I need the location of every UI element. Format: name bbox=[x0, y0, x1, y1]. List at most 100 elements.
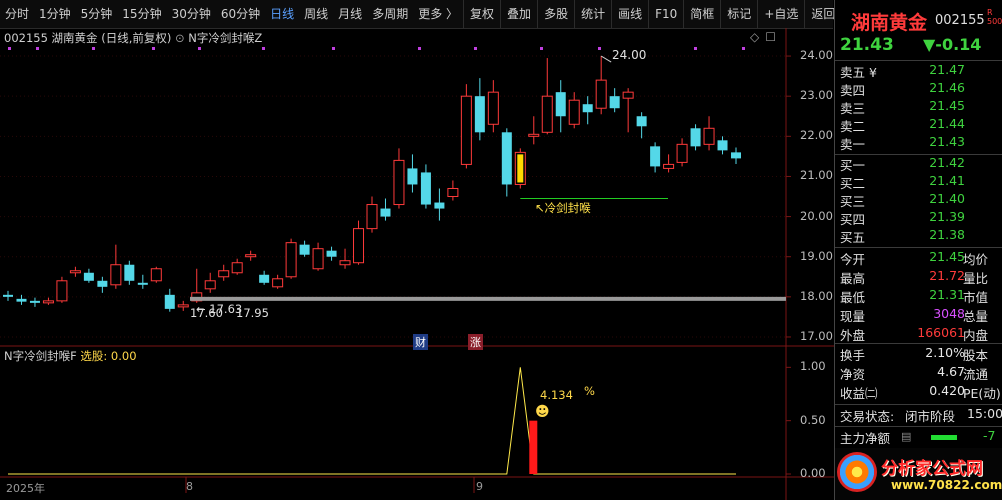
last-price: 21.43 bbox=[840, 35, 894, 55]
stat-row-3-value: 3048 bbox=[933, 306, 965, 321]
kline-chart[interactable] bbox=[0, 0, 834, 500]
trade-status-value: 闭市阶段 bbox=[905, 409, 956, 424]
candle-body-41 bbox=[555, 92, 566, 117]
candle-body-2 bbox=[29, 300, 40, 303]
ask-row-2-value: 21.45 bbox=[929, 98, 965, 113]
main-flow-label: 主力净额 bbox=[840, 431, 891, 446]
stat-row-0-label2: 均价 bbox=[963, 252, 989, 267]
stat-row-4: 外盘 166061 内盘 bbox=[835, 325, 1002, 344]
bid-row-3: 买四 21.39 bbox=[835, 209, 1002, 228]
stat-row-3: 现量 3048 总量 bbox=[835, 306, 1002, 325]
y-tick-6: 18.00 bbox=[800, 288, 833, 303]
candle-52 bbox=[703, 116, 715, 151]
candle-54 bbox=[731, 147, 741, 165]
top-marker-3 bbox=[152, 47, 155, 50]
candle-body-40 bbox=[541, 95, 553, 133]
sub-y-tick-0: 1.00 bbox=[800, 359, 826, 374]
stock-code: 002155 bbox=[935, 13, 985, 28]
x-label-year: 2025年 bbox=[6, 482, 45, 495]
bid-row-1-label: 买二 bbox=[840, 176, 866, 191]
candle-body-23 bbox=[312, 248, 324, 270]
candle-2 bbox=[29, 297, 40, 307]
y-tick-4: 20.00 bbox=[800, 208, 833, 223]
sub-indicator-name: N字冷剑封喉F bbox=[4, 349, 77, 363]
candle-body-34 bbox=[460, 95, 472, 165]
stat2-row-2: 收益㈡ 0.420 PE(动) bbox=[835, 383, 1002, 402]
candle-20 bbox=[272, 274, 284, 289]
ask-row-4-label: 卖一 bbox=[840, 137, 866, 152]
ask-row-1-label: 卖四 bbox=[840, 83, 866, 98]
y-tick-5: 19.00 bbox=[800, 248, 833, 263]
sub-metric-value: 0.00 bbox=[110, 349, 137, 363]
candle-body-5 bbox=[69, 270, 81, 274]
badge-cai[interactable]: 财 bbox=[413, 334, 428, 350]
candle-45 bbox=[609, 88, 620, 113]
y-tick-0: 24.00 bbox=[800, 48, 833, 63]
watermark: 分析家公式网 www.70822.com bbox=[835, 448, 1002, 500]
ask-row-4-value: 21.43 bbox=[929, 134, 965, 149]
candle-38 bbox=[514, 148, 526, 189]
candle-body-37 bbox=[501, 132, 512, 185]
stat2-row-1: 净资 4.67 流通 bbox=[835, 364, 1002, 383]
watermark-url: www.70822.com bbox=[891, 478, 1002, 492]
sub-signal-bar bbox=[529, 420, 538, 474]
candle-body-3 bbox=[42, 300, 54, 304]
candle-6 bbox=[83, 268, 94, 283]
max-price-label: 24.00 bbox=[612, 48, 647, 62]
candle-15 bbox=[204, 272, 216, 293]
candle-7 bbox=[97, 276, 108, 293]
candle-41 bbox=[555, 80, 566, 133]
stat2-row-0-label2: 股本 bbox=[963, 348, 989, 363]
max-marker bbox=[600, 55, 612, 63]
menu-icon[interactable]: ▤ bbox=[901, 430, 911, 443]
candle-42 bbox=[568, 92, 580, 129]
candle-body-8 bbox=[110, 264, 122, 286]
candle-33 bbox=[447, 180, 459, 201]
ask-row-1: 卖四 21.46 bbox=[835, 80, 1002, 99]
candle-9 bbox=[124, 260, 135, 285]
price-change: ▼-0.14 bbox=[923, 35, 982, 54]
stat2-row-0-label: 换手 bbox=[840, 348, 866, 363]
smiley-icon: ☻ bbox=[535, 404, 550, 420]
candle-46 bbox=[622, 88, 634, 133]
candle-31 bbox=[420, 164, 431, 209]
candle-25 bbox=[339, 248, 351, 269]
candle-body-43 bbox=[582, 104, 593, 113]
candle-body-51 bbox=[690, 128, 701, 147]
ask-row-0-value: 21.47 bbox=[929, 62, 965, 77]
corner-label: R 500 bbox=[987, 8, 1002, 26]
trade-status-label: 交易状态: bbox=[840, 409, 895, 424]
candle-body-39 bbox=[528, 133, 540, 137]
ask-row-4: 卖一 21.43 bbox=[835, 134, 1002, 153]
y-tick-2: 22.00 bbox=[800, 128, 833, 143]
bid-row-2: 买三 21.40 bbox=[835, 191, 1002, 210]
candle-body-48 bbox=[650, 146, 661, 167]
candle-0 bbox=[3, 290, 13, 301]
candle-4 bbox=[56, 276, 68, 303]
candle-53 bbox=[717, 136, 728, 155]
candle-34 bbox=[460, 84, 472, 169]
stat-row-4-label2: 内盘 bbox=[963, 328, 989, 343]
candle-48 bbox=[650, 142, 661, 173]
candle-26 bbox=[353, 220, 365, 265]
stock-name: 湖南黄金 bbox=[851, 12, 928, 34]
candle-16 bbox=[218, 264, 230, 281]
candle-35 bbox=[474, 78, 485, 141]
signal-label: ↖冷剑封喉 bbox=[535, 201, 591, 215]
candle-body-49 bbox=[663, 163, 675, 169]
candle-body-22 bbox=[299, 244, 310, 255]
top-marker-9 bbox=[540, 47, 543, 50]
sub-line bbox=[8, 367, 736, 475]
ask-row-1-value: 21.46 bbox=[929, 80, 965, 95]
candle-body-7 bbox=[97, 280, 108, 287]
candle-47 bbox=[636, 112, 647, 139]
top-marker-5 bbox=[262, 47, 265, 50]
quote-panel: 湖南黄金 002155 R 500 21.43 ▼-0.14 卖五 ¥ 21.47… bbox=[834, 0, 1002, 500]
ask-row-0: 卖五 ¥ 21.47 bbox=[835, 62, 1002, 81]
stat2-row-0-value: 2.10% bbox=[925, 345, 965, 360]
candle-body-53 bbox=[717, 140, 728, 151]
sub-y-tick-2: 0.00 bbox=[800, 466, 826, 480]
candle-5 bbox=[69, 266, 81, 277]
badge-zhang[interactable]: 涨 bbox=[468, 334, 483, 350]
candle-1 bbox=[16, 294, 27, 305]
